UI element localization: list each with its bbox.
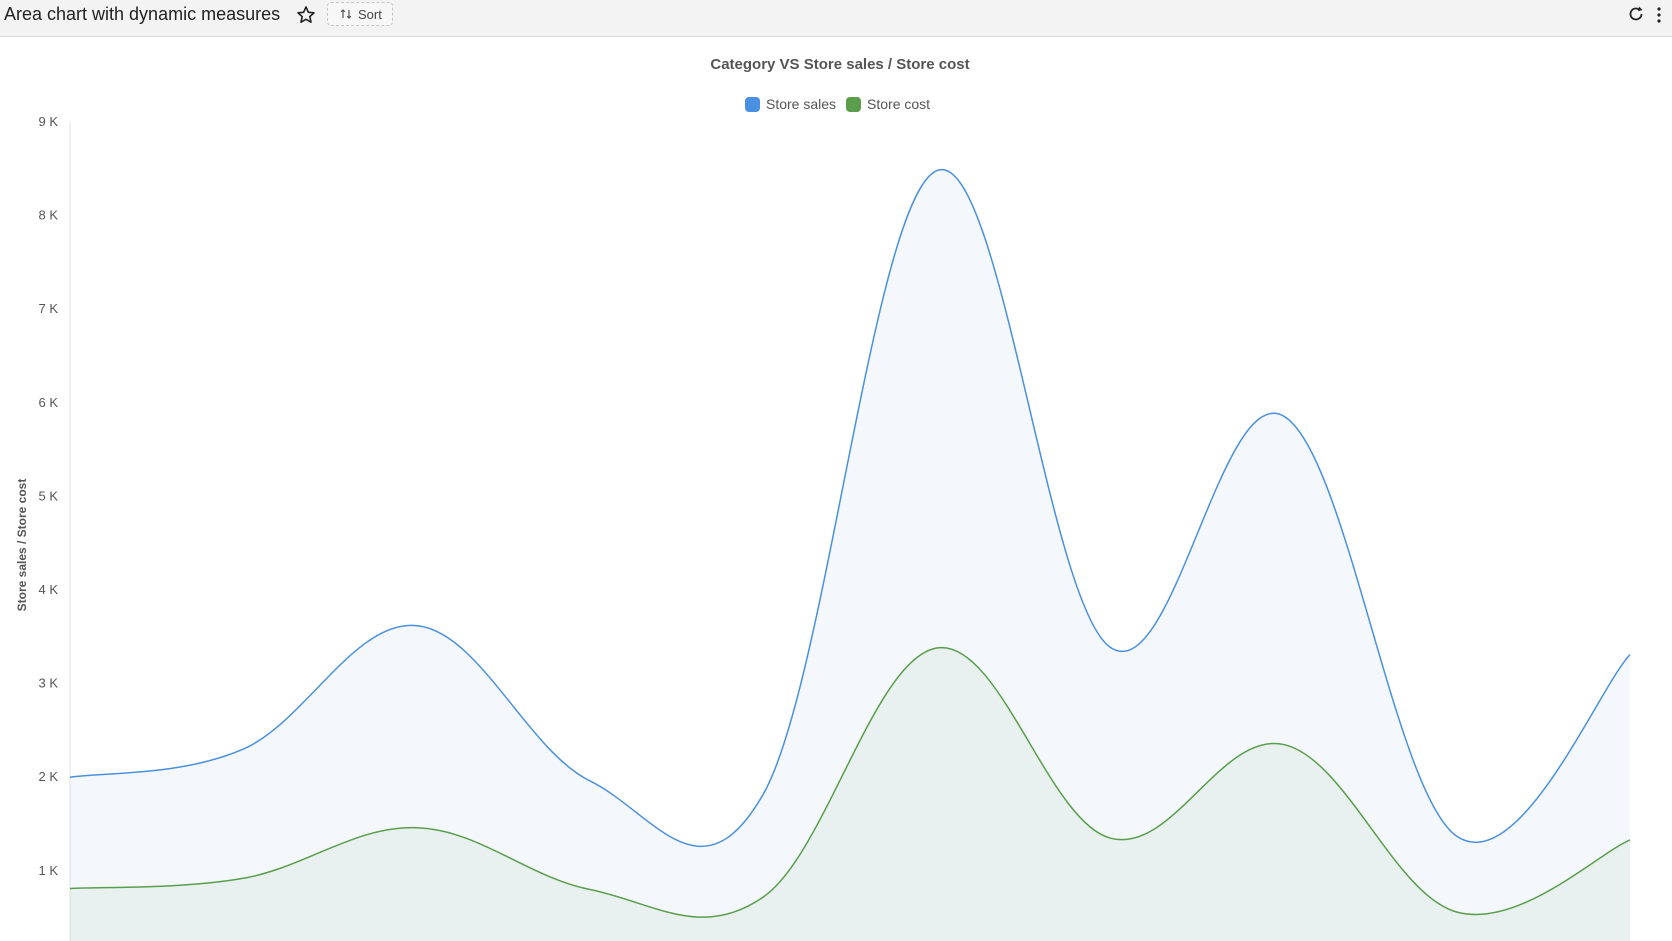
- y-tick-label: 3 K: [38, 676, 58, 691]
- y-tick-label: 8 K: [38, 208, 58, 223]
- y-tick-label: 4 K: [38, 582, 58, 597]
- area-chart-plot: 1 K 2 K 3 K 4 K 5 K 6 K 7 K 8 K 9 K: [38, 114, 1631, 941]
- y-tick-label: 9 K: [38, 114, 58, 129]
- y-tick-label: 5 K: [38, 488, 58, 503]
- y-tick-label: 7 K: [38, 301, 58, 316]
- y-tick-label: 2 K: [38, 769, 58, 784]
- y-tick-label: 6 K: [38, 395, 58, 410]
- y-tick-label: 1 K: [38, 863, 58, 878]
